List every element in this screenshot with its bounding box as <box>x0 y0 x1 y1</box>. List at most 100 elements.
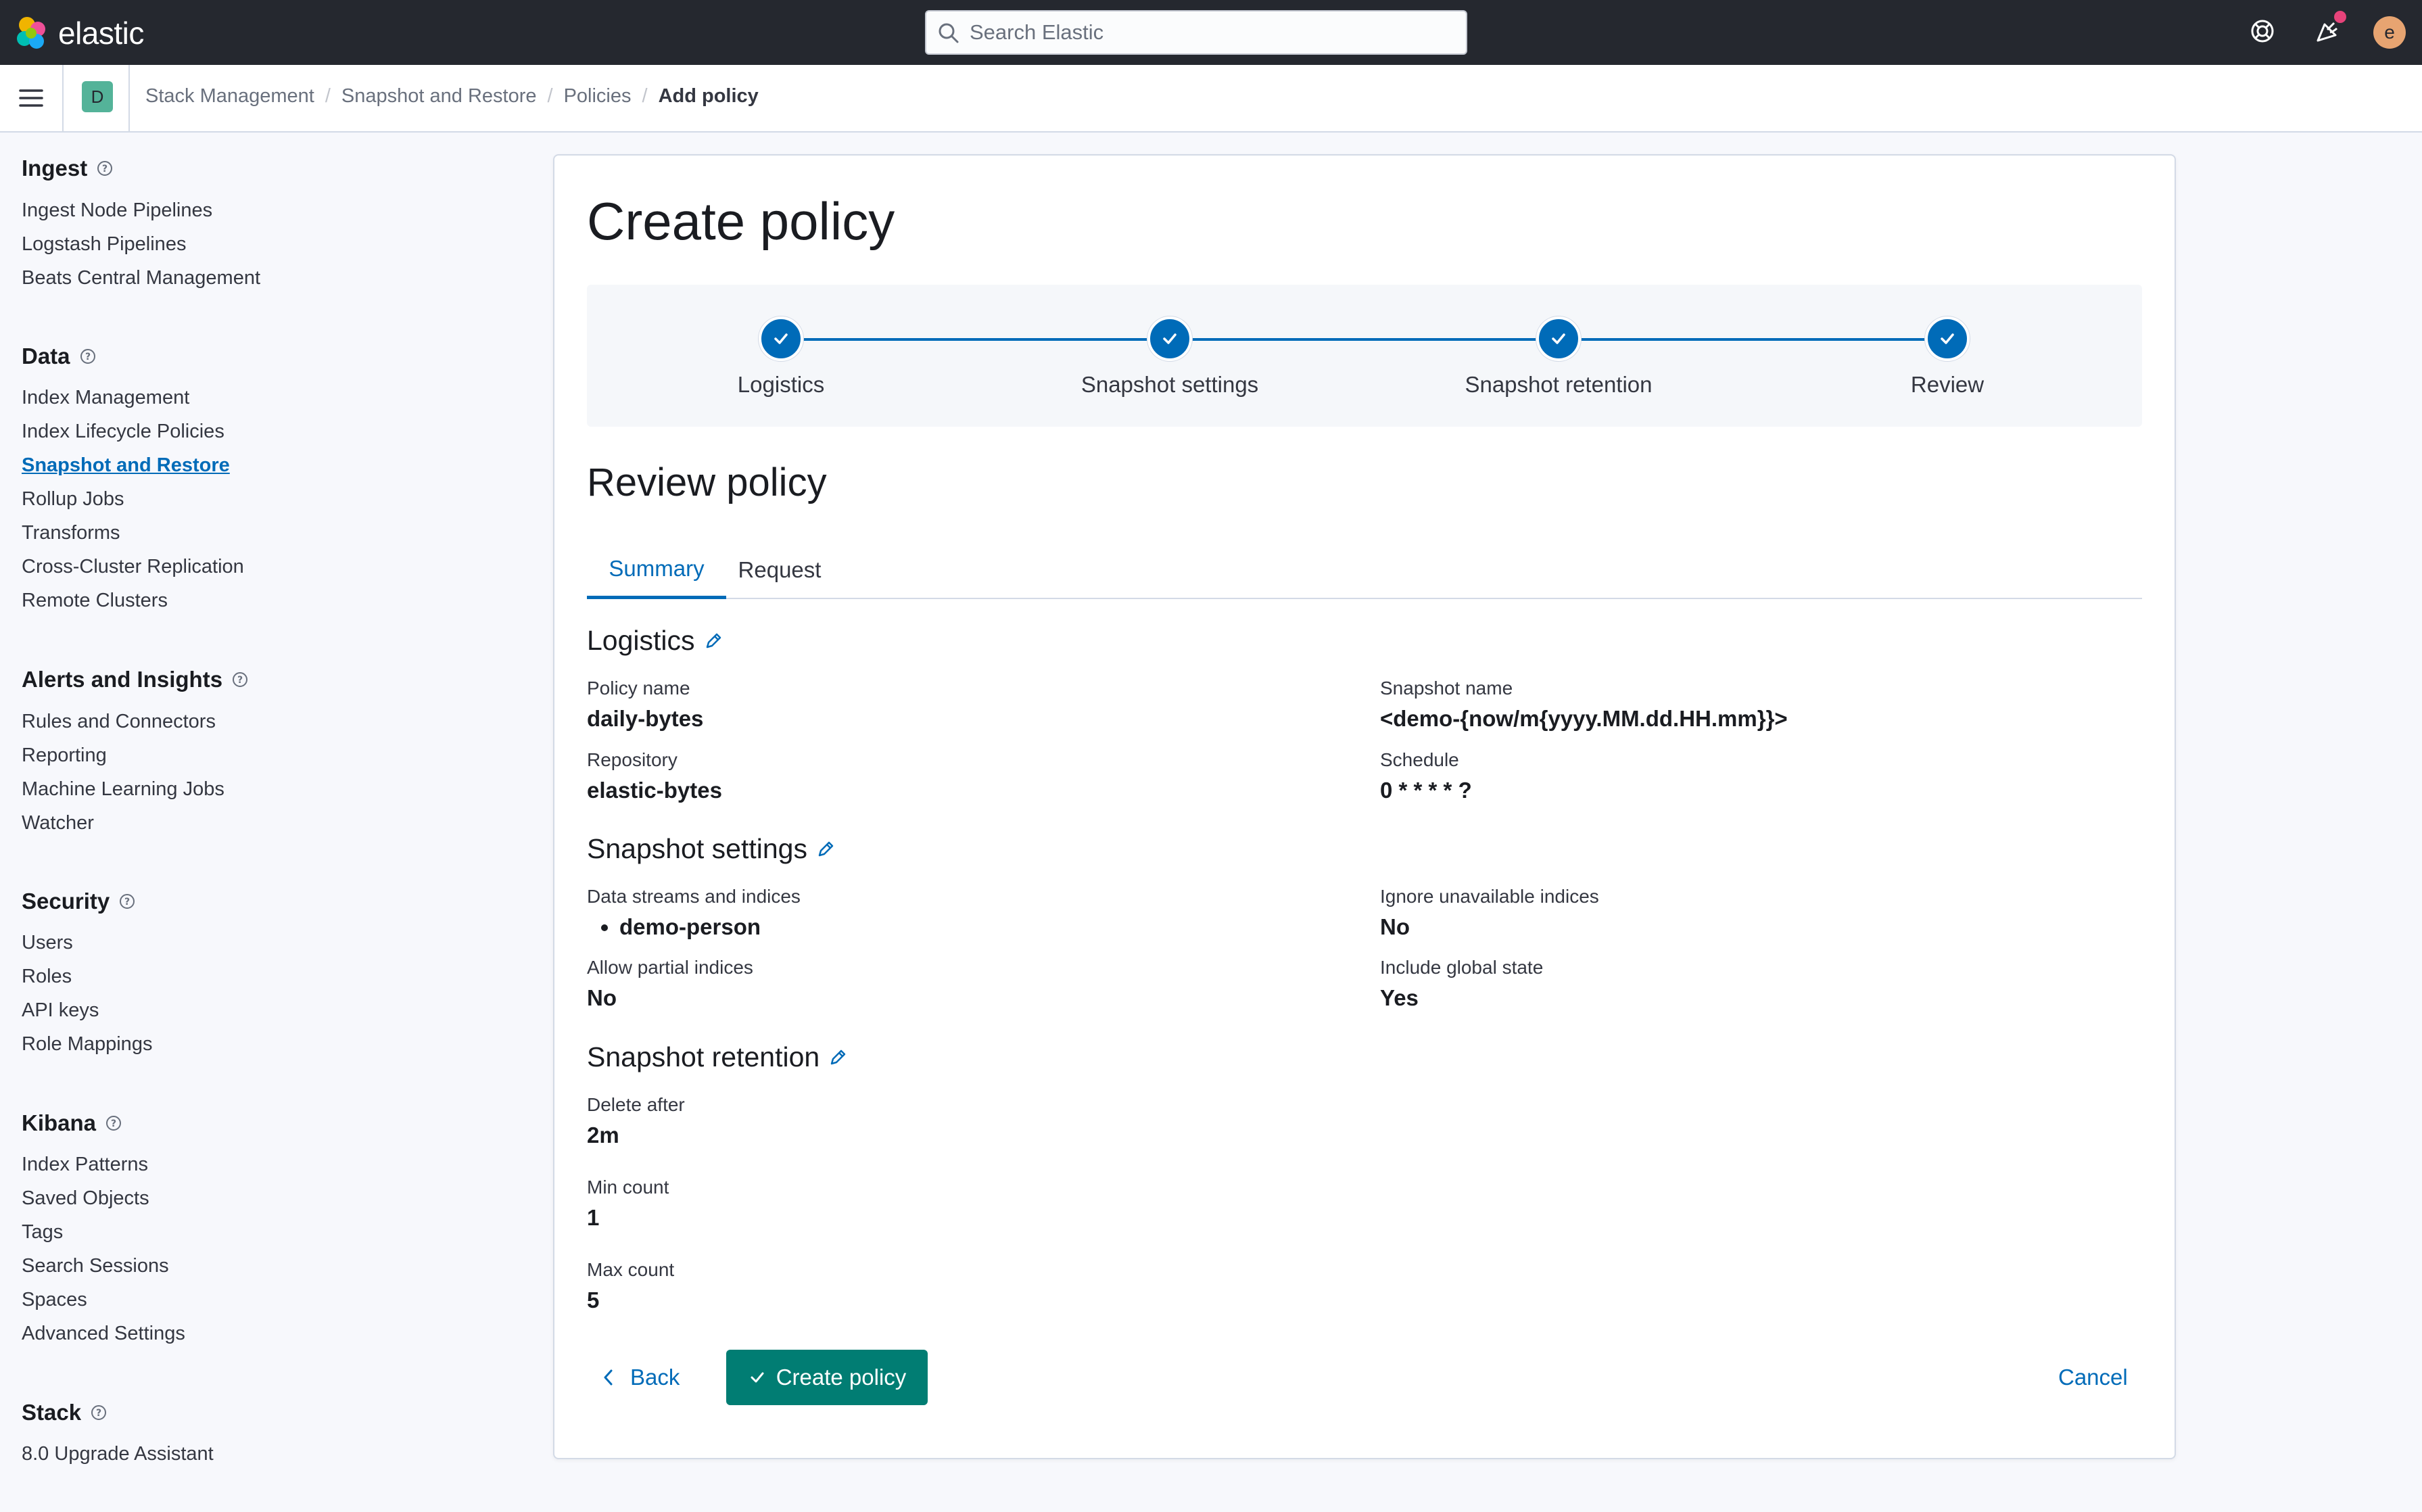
sidebar-item-tags[interactable]: Tags <box>22 1221 63 1244</box>
elastic-cluster-icon <box>17 17 45 49</box>
step-snapshot-settings-complete[interactable] <box>1147 316 1192 361</box>
check-icon <box>751 1372 764 1383</box>
search-input[interactable]: Search Elastic <box>925 10 1467 55</box>
step-label-logistics[interactable]: Logistics <box>578 372 984 398</box>
step-logistics-complete[interactable] <box>759 316 803 361</box>
snapshot-settings-heading: Snapshot settings <box>587 833 836 865</box>
sidebar-item-reporting[interactable]: Reporting <box>22 745 107 767</box>
breadcrumb-policies[interactable]: Policies <box>564 85 632 108</box>
elastic-logo[interactable]: elastic <box>15 15 144 51</box>
pencil-icon[interactable] <box>828 1047 848 1068</box>
help-icon[interactable]: ? <box>91 1404 107 1421</box>
max-count-value: 5 <box>587 1287 600 1313</box>
back-button[interactable]: Back <box>595 1350 686 1405</box>
help-icon[interactable]: ? <box>80 348 96 364</box>
step-snapshot-retention-complete[interactable] <box>1536 316 1581 361</box>
top-header: elastic Search Elastic e <box>0 0 2422 65</box>
nav-title-label: Security <box>22 889 110 914</box>
schedule-value: 0 * * * * ? <box>1380 778 1472 803</box>
nav-title-label: Data <box>22 344 70 369</box>
svg-text:?: ? <box>102 164 108 174</box>
nav-title-ingest: Ingest ? <box>22 156 113 181</box>
step-review-complete[interactable] <box>1925 316 1970 361</box>
pencil-icon[interactable] <box>703 631 723 651</box>
indices-label: Data streams and indices <box>587 886 801 907</box>
menu-toggle-icon[interactable] <box>19 88 43 108</box>
step-label-snapshot-settings[interactable]: Snapshot settings <box>967 372 1373 398</box>
divider <box>62 65 64 133</box>
allow-partial-label: Allow partial indices <box>587 957 753 978</box>
check-icon <box>1552 333 1565 344</box>
nav-title-label: Ingest <box>22 156 88 181</box>
min-count-value: 1 <box>587 1205 600 1230</box>
breadcrumb-bar: D Stack Management / Snapshot and Restor… <box>0 65 2422 133</box>
snapshot-settings-title: Snapshot settings <box>587 833 807 864</box>
help-icon[interactable]: ? <box>232 671 248 688</box>
sidebar-item-advanced-settings[interactable]: Advanced Settings <box>22 1323 185 1345</box>
snapshot-retention-heading: Snapshot retention <box>587 1041 848 1073</box>
nav-group-alerts-and-insights: Alerts and Insights ? <box>22 667 248 692</box>
ignore-unavailable-label: Ignore unavailable indices <box>1380 886 1599 907</box>
sidebar-item-rollup-jobs[interactable]: Rollup Jobs <box>22 488 124 511</box>
sidebar-item-api-keys[interactable]: API keys <box>22 999 99 1022</box>
sidebar-item-cross-cluster-replication[interactable]: Cross-Cluster Replication <box>22 556 244 578</box>
sidebar-item-ingest-node-pipelines[interactable]: Ingest Node Pipelines <box>22 199 212 222</box>
step-label-snapshot-retention[interactable]: Snapshot retention <box>1356 372 1761 398</box>
breadcrumb: Stack Management / Snapshot and Restore … <box>145 85 759 108</box>
help-icon[interactable]: ? <box>119 893 135 909</box>
sidebar-item-spaces[interactable]: Spaces <box>22 1289 87 1311</box>
logistics-title: Logistics <box>587 625 695 656</box>
space-avatar[interactable]: D <box>82 81 113 112</box>
sidebar-item-role-mappings[interactable]: Role Mappings <box>22 1033 152 1056</box>
nav-title-label: Alerts and Insights <box>22 667 223 692</box>
step-label-review[interactable]: Review <box>1744 372 2150 398</box>
breadcrumb-stack-management[interactable]: Stack Management <box>145 85 314 108</box>
sidebar-item-roles[interactable]: Roles <box>22 966 72 988</box>
create-policy-button[interactable]: Create policy <box>726 1350 928 1405</box>
breadcrumb-separator: / <box>547 85 553 107</box>
pencil-icon[interactable] <box>815 839 836 859</box>
back-label: Back <box>630 1365 680 1390</box>
sidebar-item-search-sessions[interactable]: Search Sessions <box>22 1255 169 1277</box>
svg-text:?: ? <box>85 352 90 362</box>
sidebar-item-index-lifecycle-policies[interactable]: Index Lifecycle Policies <box>22 421 224 443</box>
nav-group-data: Data ? <box>22 344 96 369</box>
snapshot-name-value: <demo-{now/m{yyyy.MM.dd.HH.mm}}> <box>1380 706 1788 731</box>
sidebar-item-snapshot-and-restore[interactable]: Snapshot and Restore <box>22 454 230 477</box>
help-icon[interactable]: ? <box>97 160 113 176</box>
sidebar-item-transforms[interactable]: Transforms <box>22 522 120 544</box>
sidebar-item-machine-learning-jobs[interactable]: Machine Learning Jobs <box>22 778 224 801</box>
breadcrumb-snapshot-and-restore[interactable]: Snapshot and Restore <box>341 85 537 108</box>
tab-summary[interactable]: Summary <box>587 541 726 599</box>
min-count-label: Min count <box>587 1177 669 1198</box>
sidebar-item-users[interactable]: Users <box>22 932 73 954</box>
sidebar-item-remote-clusters[interactable]: Remote Clusters <box>22 590 168 612</box>
create-policy-label: Create policy <box>776 1365 907 1390</box>
cancel-button[interactable]: Cancel <box>2049 1350 2137 1405</box>
snapshot-name-label: Snapshot name <box>1380 678 1513 699</box>
help-icon[interactable] <box>2248 16 2277 46</box>
check-icon <box>1163 333 1177 344</box>
sidebar-item-saved-objects[interactable]: Saved Objects <box>22 1187 149 1210</box>
help-icon[interactable]: ? <box>105 1115 122 1131</box>
indices-list: demo-person <box>587 914 761 940</box>
sidebar-item-beats-central-management[interactable]: Beats Central Management <box>22 267 260 289</box>
nav-title-label: Stack <box>22 1400 82 1425</box>
tab-request[interactable]: Request <box>736 541 824 599</box>
search-icon <box>939 23 959 43</box>
user-avatar[interactable]: e <box>2373 16 2406 49</box>
sidebar-item-rules-and-connectors[interactable]: Rules and Connectors <box>22 711 216 733</box>
schedule-label: Schedule <box>1380 749 1459 770</box>
nav-title-stack: Stack ? <box>22 1400 107 1425</box>
sidebar-item-index-patterns[interactable]: Index Patterns <box>22 1154 148 1176</box>
sidebar-item-watcher[interactable]: Watcher <box>22 812 94 834</box>
sidebar-item-upgrade-assistant[interactable]: 8.0 Upgrade Assistant <box>22 1443 214 1465</box>
ignore-unavailable-value: No <box>1380 914 1410 939</box>
check-icon <box>774 333 788 344</box>
nav-group-kibana: Kibana ? <box>22 1110 122 1136</box>
repository-label: Repository <box>587 749 678 770</box>
policy-name-label: Policy name <box>587 678 690 699</box>
delete-after-value: 2m <box>587 1123 619 1148</box>
sidebar-item-index-management[interactable]: Index Management <box>22 387 189 409</box>
sidebar-item-logstash-pipelines[interactable]: Logstash Pipelines <box>22 233 186 256</box>
